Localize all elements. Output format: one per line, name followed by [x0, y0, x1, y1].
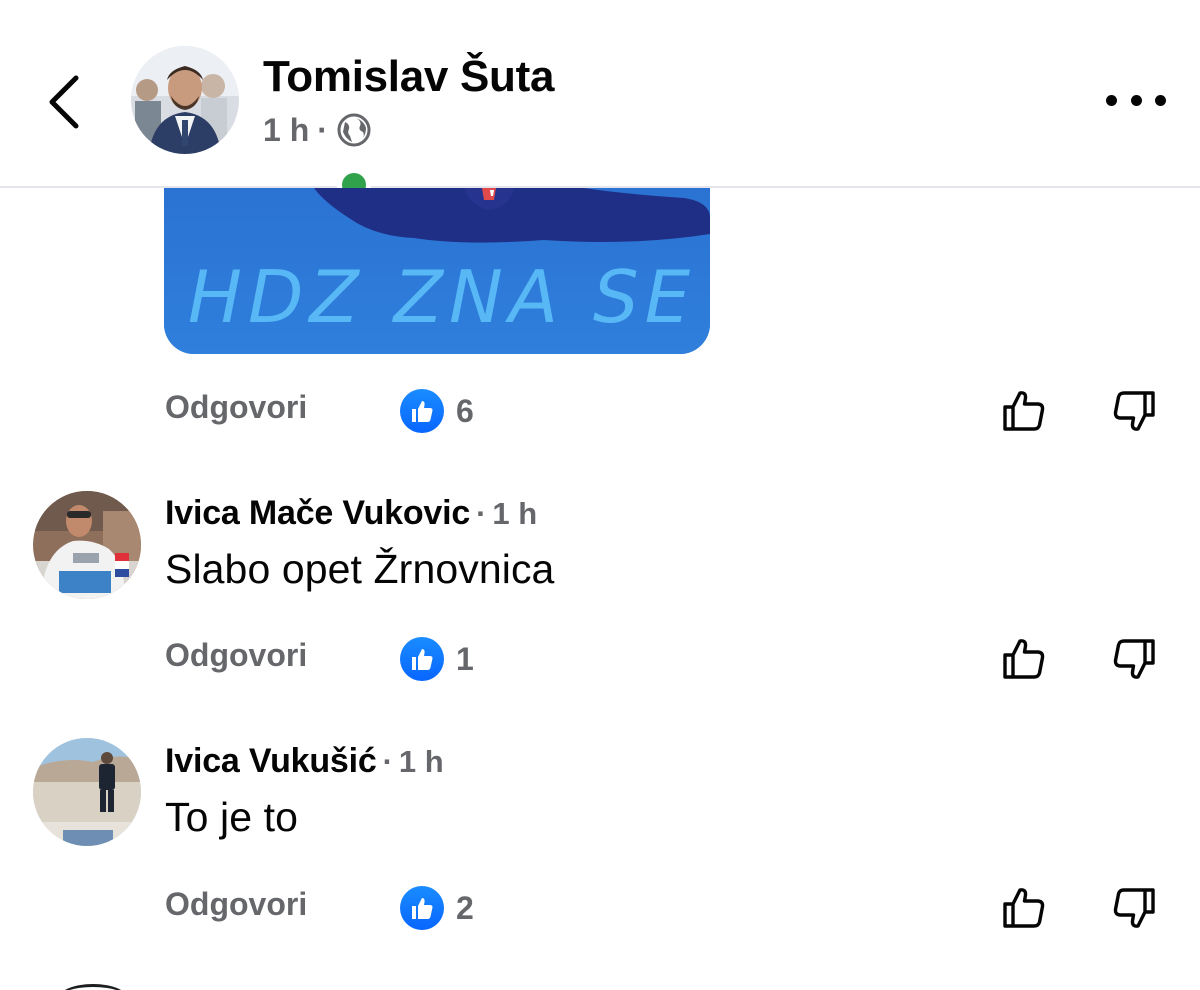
comment-header: Ivica Mače Vukovic · 1 h — [165, 494, 537, 540]
comment-separator: · — [476, 496, 487, 531]
like-count: 2 — [456, 889, 474, 926]
reaction-summary[interactable]: 1 — [400, 634, 474, 684]
like-count: 1 — [456, 640, 474, 677]
upvote-button[interactable] — [998, 882, 1050, 934]
globe-icon — [336, 112, 372, 148]
comment-separator: · — [382, 744, 393, 779]
post-header: Tomislav Šuta 1 h · — [0, 0, 1200, 202]
comment-action-row: Odgovori 1 — [0, 629, 1200, 689]
next-comment-avatar-edge — [58, 984, 128, 990]
thumbs-up-outline-icon — [1003, 639, 1045, 679]
post-time[interactable]: 1 h — [263, 112, 309, 149]
comment-author[interactable]: Ivica Vukušić — [165, 742, 377, 781]
reply-button[interactable]: Odgovori — [165, 637, 307, 674]
downvote-button[interactable] — [1108, 385, 1160, 437]
thumbs-down-outline-icon — [1113, 639, 1155, 679]
upvote-button[interactable] — [998, 385, 1050, 437]
comment-time[interactable]: 1 h — [492, 496, 537, 532]
like-badge-icon — [400, 637, 444, 681]
reaction-summary[interactable]: 2 — [400, 883, 474, 933]
reaction-summary[interactable]: 6 — [400, 386, 474, 436]
reply-button[interactable]: Odgovori — [165, 886, 307, 923]
attachment-caption: HDZ ZNA SE — [188, 256, 696, 336]
comment-author[interactable]: Ivica Mače Vukovic — [165, 494, 470, 533]
attachment-caption-text: HDZ ZNA SE — [188, 256, 696, 336]
post-comments-view: Tomislav Šuta 1 h · HDZ ZNA SE Odgovori … — [0, 0, 1200, 990]
upvote-button[interactable] — [998, 633, 1050, 685]
more-options-button[interactable] — [1106, 84, 1166, 116]
comment-item: Ivica Vukušić · 1 h To je to — [0, 738, 1200, 882]
meta-separator: · — [317, 111, 328, 148]
post-action-row: Odgovori 6 — [0, 381, 1200, 441]
comment-image-attachment[interactable]: HDZ ZNA SE — [164, 188, 710, 354]
comment-item: Ivica Mače Vukovic · 1 h Slabo opet Žrno… — [0, 491, 1200, 634]
commenter-avatar[interactable] — [33, 738, 141, 846]
thumbs-down-outline-icon — [1113, 391, 1155, 431]
author-avatar[interactable] — [131, 46, 371, 202]
post-meta: 1 h · — [263, 108, 372, 152]
comment-text: Slabo opet Žrnovnica — [165, 546, 555, 592]
more-horizontal-icon — [1106, 94, 1117, 106]
comment-header: Ivica Vukušić · 1 h — [165, 742, 444, 788]
post-author-name[interactable]: Tomislav Šuta — [263, 52, 554, 102]
thumbs-up-outline-icon — [1003, 888, 1045, 928]
like-badge-icon — [400, 389, 444, 433]
comment-text: To je to — [165, 794, 298, 840]
comment-action-row: Odgovori 2 — [0, 878, 1200, 938]
comment-time[interactable]: 1 h — [399, 744, 444, 780]
thumbs-up-outline-icon — [1003, 391, 1045, 431]
chevron-left-icon — [49, 75, 79, 129]
downvote-button[interactable] — [1108, 633, 1160, 685]
commenter-avatar[interactable] — [33, 491, 141, 599]
back-button[interactable] — [40, 70, 90, 134]
like-badge-icon — [400, 886, 444, 930]
reply-button[interactable]: Odgovori — [165, 389, 307, 426]
downvote-button[interactable] — [1108, 882, 1160, 934]
thumbs-down-outline-icon — [1113, 888, 1155, 928]
like-count: 6 — [456, 392, 474, 429]
